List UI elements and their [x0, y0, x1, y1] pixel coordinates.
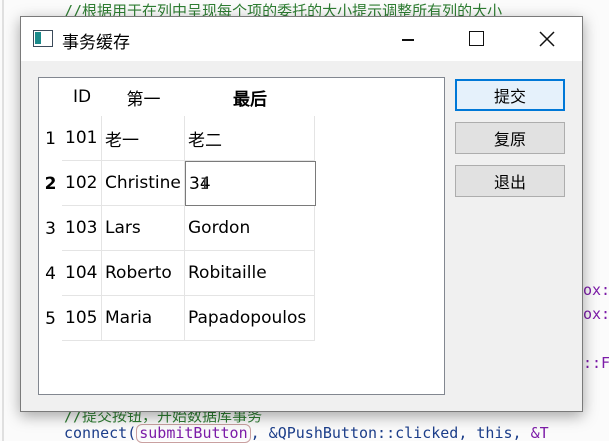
row-header-1[interactable]: 1	[39, 116, 62, 161]
window-app-icon	[33, 30, 53, 47]
text-cursor-icon: I	[200, 174, 210, 193]
cell-edit-text: 3	[189, 173, 200, 194]
cell-last[interactable]: Robitaille	[185, 251, 315, 296]
cell-id[interactable]: 103	[62, 206, 102, 251]
cell-id[interactable]: 102	[62, 161, 102, 206]
code-fragment-3: ::F	[583, 354, 609, 372]
cell-last[interactable]: Papadopoulos	[185, 296, 315, 341]
row-header-2[interactable]: 2	[39, 161, 62, 206]
code-fragment-1: ox:	[583, 281, 609, 299]
maximize-icon	[469, 31, 484, 46]
cell-first[interactable]: Roberto	[102, 251, 185, 296]
column-header-last[interactable]: 最后	[185, 78, 315, 116]
code-submit-button-token: submitButton	[136, 424, 251, 443]
close-button[interactable]	[523, 17, 569, 61]
window-title: 事务缓存	[62, 33, 130, 53]
cell-first[interactable]: Lars	[102, 206, 185, 251]
minimize-button[interactable]	[385, 17, 431, 61]
row-header-5[interactable]: 5	[39, 296, 62, 341]
column-header-first[interactable]: 第一	[102, 78, 185, 116]
column-header-id[interactable]: ID	[62, 78, 102, 116]
code-connect-prefix: connect(	[64, 424, 137, 442]
cell-id[interactable]: 101	[62, 116, 102, 161]
row-header-3[interactable]: 3	[39, 206, 62, 251]
cell-id[interactable]: 104	[62, 251, 102, 296]
code-fragment-2: ox:	[583, 305, 609, 323]
cell-first[interactable]: Christine	[102, 161, 185, 206]
submit-button[interactable]: 提交	[455, 79, 565, 111]
editor-gutter	[2, 0, 4, 441]
cell-id[interactable]: 105	[62, 296, 102, 341]
cell-first[interactable]: Maria	[102, 296, 185, 341]
title-bar[interactable]: 事务缓存	[21, 17, 582, 61]
minimize-icon	[402, 39, 414, 41]
code-connect-line: connect(submitButton, &QPushButton::clic…	[64, 424, 549, 443]
quit-button[interactable]: 退出	[455, 165, 565, 197]
maximize-button[interactable]	[453, 17, 499, 61]
close-icon	[539, 31, 555, 47]
transaction-cache-window: 事务缓存 ID 第一 最后 1 101 老一 老二 2 102 Christin…	[20, 16, 583, 412]
cell-first[interactable]: 老一	[102, 116, 185, 161]
cell-last[interactable]: 老二	[185, 116, 315, 161]
row-header-4[interactable]: 4	[39, 251, 62, 296]
cell-last-editor[interactable]: 34 I	[185, 161, 316, 206]
code-connect-suffix: , &QPushButton::clicked, this,	[250, 424, 531, 442]
cell-last[interactable]: Gordon	[185, 206, 315, 251]
table-corner-button[interactable]	[39, 78, 62, 116]
code-fragment-4: &T	[530, 424, 549, 442]
transaction-table[interactable]: ID 第一 最后 1 101 老一 老二 2 102 Christine 34 …	[38, 77, 445, 395]
revert-button[interactable]: 复原	[455, 122, 565, 154]
